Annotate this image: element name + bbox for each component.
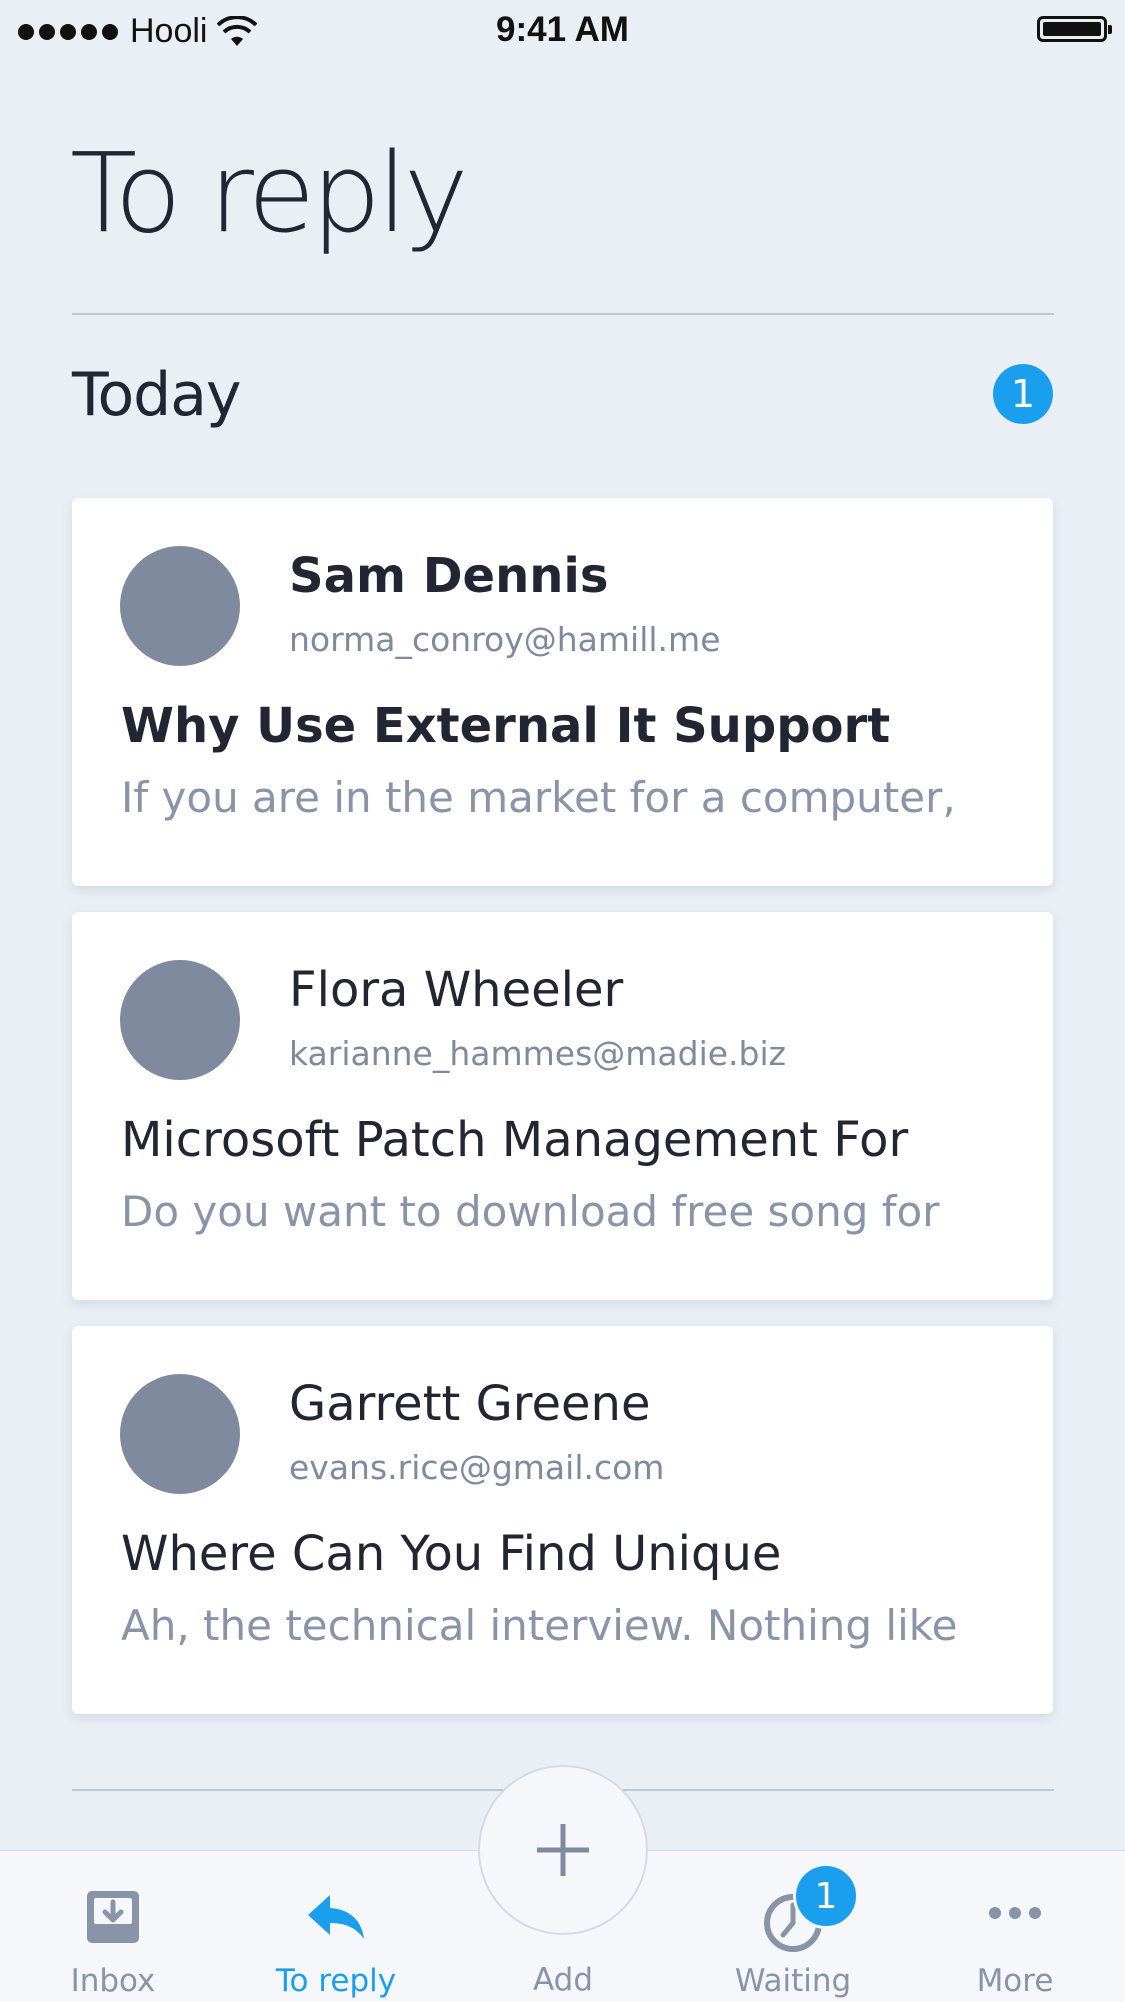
sender-email: karianne_hammes@madie.biz xyxy=(289,1034,786,1073)
section-title: Today xyxy=(72,360,242,430)
add-label: Add xyxy=(532,1962,594,1998)
email-card[interactable]: Garrett Greene evans.rice@gmail.com Wher… xyxy=(72,1326,1053,1714)
sender-name: Sam Dennis xyxy=(289,548,609,604)
status-time: 9:41 AM xyxy=(496,10,629,49)
email-preview: Ah, the technical interview. Nothing lik… xyxy=(121,1601,958,1650)
more-icon xyxy=(989,1907,1041,1919)
avatar xyxy=(120,960,240,1080)
page-title: To reply xyxy=(70,129,469,257)
email-subject: Microsoft Patch Management For xyxy=(121,1112,909,1168)
reply-icon xyxy=(308,1895,364,1939)
tab-waiting-label: Waiting xyxy=(734,1963,852,1999)
tab-more-label: More xyxy=(976,1963,1054,1999)
status-bar: Hooli 9:41 AM xyxy=(0,0,1125,60)
tab-inbox-label: Inbox xyxy=(70,1963,156,1999)
email-preview: Do you want to download free song for xyxy=(121,1187,940,1236)
email-preview: If you are in the market for a computer, xyxy=(121,773,956,822)
email-subject: Where Can You Find Unique xyxy=(121,1526,782,1582)
email-card[interactable]: Flora Wheeler karianne_hammes@madie.biz … xyxy=(72,912,1053,1300)
battery-icon xyxy=(1037,16,1112,42)
add-button[interactable] xyxy=(478,1765,648,1935)
email-subject: Why Use External It Support xyxy=(121,698,891,754)
header-divider xyxy=(72,313,1054,315)
tab-to-reply[interactable]: To reply xyxy=(236,1851,436,2002)
section-count-badge: 1 xyxy=(993,364,1053,424)
sender-email: evans.rice@gmail.com xyxy=(289,1448,665,1487)
waiting-count-badge: 1 xyxy=(793,1863,859,1929)
tab-more[interactable]: More xyxy=(915,1851,1115,2002)
email-card[interactable]: Sam Dennis norma_conroy@hamill.me Why Us… xyxy=(72,498,1053,886)
avatar xyxy=(120,546,240,666)
tab-waiting[interactable]: 1 Waiting xyxy=(693,1851,893,2002)
sender-name: Flora Wheeler xyxy=(289,962,624,1018)
plus-icon xyxy=(537,1824,589,1876)
avatar xyxy=(120,1374,240,1494)
sender-email: norma_conroy@hamill.me xyxy=(289,620,721,659)
sender-name: Garrett Greene xyxy=(289,1376,651,1432)
tab-inbox[interactable]: Inbox xyxy=(13,1851,213,2002)
inbox-icon xyxy=(87,1891,139,1943)
tab-to-reply-label: To reply xyxy=(275,1963,397,1999)
